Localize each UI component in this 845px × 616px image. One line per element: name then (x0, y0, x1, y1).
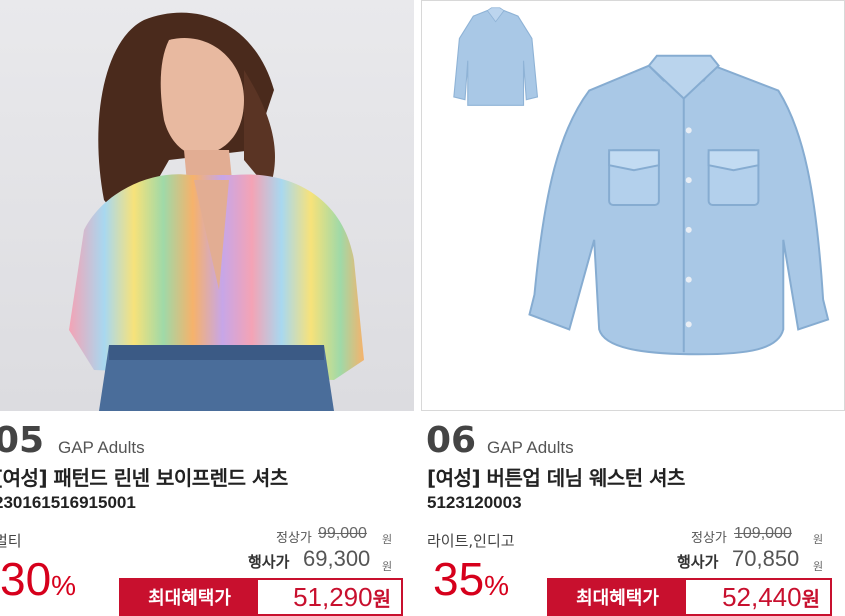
rank-number: 06 (426, 420, 477, 461)
currency-unit: 원 (813, 560, 824, 573)
product-card[interactable]: 05 GAP Adults [여성] 패턴드 린넨 보이프렌드 셔츠 23016… (0, 0, 414, 616)
discount-unit: % (484, 570, 510, 601)
sale-price-label: 행사가 (248, 553, 290, 571)
product-card[interactable]: 06 GAP Adults [여성] 버튼업 데님 웨스턴 셔츠 5123120… (421, 0, 845, 616)
currency-unit: 원 (382, 560, 393, 573)
max-benefit-value: 52,440 (722, 582, 802, 612)
discount-value: 35 (433, 553, 485, 605)
woman-striped-shirt-icon (69, 12, 364, 411)
max-benefit-value: 51,290 (293, 582, 373, 612)
discount-unit: % (51, 570, 77, 601)
product-title[interactable]: [여성] 버튼업 데님 웨스턴 셔츠 (427, 462, 685, 491)
currency-unit: 원 (372, 589, 391, 611)
discount-rate: 35% (433, 551, 509, 614)
currency-unit: 원 (813, 533, 824, 546)
product-image[interactable] (421, 0, 845, 411)
product-code: 230161516915001 (0, 493, 136, 512)
max-benefit-price: 51,290원 (293, 582, 391, 613)
original-price: 109,000 (734, 525, 792, 542)
discount-rate: 30% (0, 551, 76, 614)
original-price-label: 정상가 (276, 531, 312, 546)
max-benefit-price-box[interactable]: 최대혜택가 51,290원 (119, 578, 403, 616)
max-benefit-price: 52,440원 (722, 582, 820, 613)
sale-price: 69,300 (303, 546, 371, 571)
sale-price-label: 행사가 (677, 553, 719, 571)
currency-unit: 원 (382, 533, 393, 546)
discount-value: 30 (0, 553, 52, 605)
color-option: 라이트,인디고 (427, 532, 515, 550)
color-option: 멀티 (0, 532, 22, 550)
rank-number: 05 (0, 420, 45, 461)
max-benefit-label: 최대혜택가 (549, 580, 686, 614)
brand-name[interactable]: GAP Adults (58, 438, 145, 458)
sale-price: 70,850 (732, 546, 800, 571)
denim-shirt-icon (453, 7, 830, 356)
max-benefit-price-box[interactable]: 최대혜택가 52,440원 (547, 578, 832, 616)
product-code: 5123120003 (427, 493, 522, 512)
currency-unit: 원 (801, 589, 820, 611)
product-title[interactable]: [여성] 패턴드 린넨 보이프렌드 셔츠 (0, 462, 288, 491)
product-image[interactable] (0, 0, 414, 411)
max-benefit-label: 최대혜택가 (121, 580, 258, 614)
original-price: 99,000 (318, 525, 367, 542)
original-price-label: 정상가 (691, 531, 727, 546)
brand-name[interactable]: GAP Adults (487, 438, 574, 458)
